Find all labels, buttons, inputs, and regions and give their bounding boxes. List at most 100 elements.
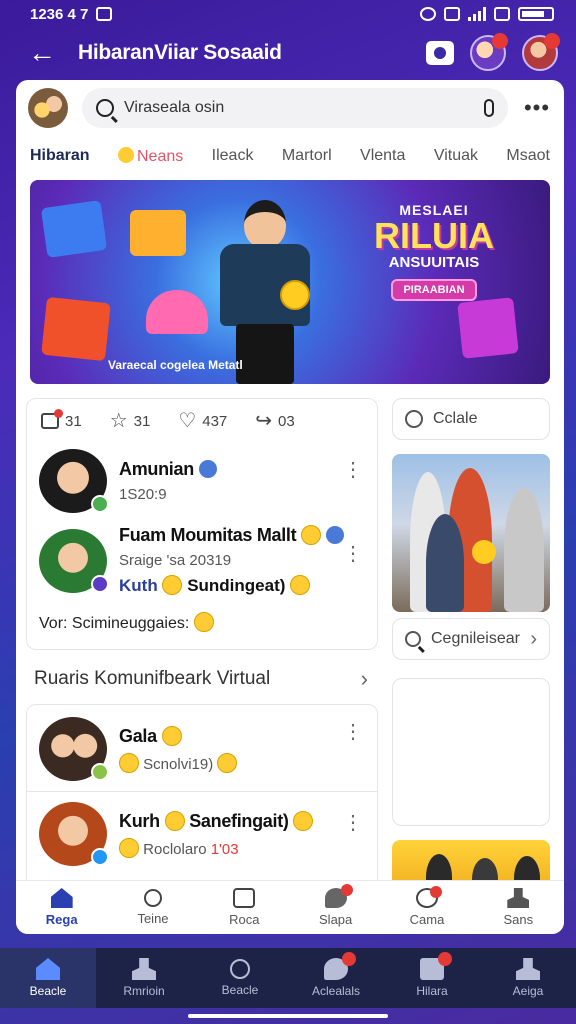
person-icon: [516, 958, 540, 980]
like-count: 437: [202, 412, 228, 430]
tab-vituak[interactable]: Vituak: [434, 147, 478, 165]
emoji-icon: [162, 575, 183, 595]
emoji-icon: [119, 837, 139, 858]
notification-badge: [342, 952, 356, 966]
post-time-highlight: 1'03: [210, 840, 239, 858]
badge-icon: [325, 526, 344, 544]
bottom-nav-profile[interactable]: Rmrioin: [96, 948, 192, 1008]
author-name: Gala: [119, 725, 157, 746]
more-options-icon[interactable]: ⋮: [343, 722, 363, 742]
star-stat[interactable]: ☆ 31: [110, 411, 151, 431]
bottom-nav-home[interactable]: Beacle: [0, 948, 96, 1008]
microphone-icon[interactable]: [484, 99, 494, 117]
more-options-icon[interactable]: ⋮: [343, 813, 363, 833]
post-author: Fuam Moumitas Mallt: [119, 525, 365, 546]
post-time: Sraige 'sa 20319: [119, 552, 232, 569]
emoji-icon: [164, 810, 185, 831]
star-count: 31: [133, 412, 151, 430]
avatar[interactable]: [39, 802, 109, 866]
camera-icon[interactable]: [426, 41, 454, 65]
forward-stat[interactable]: ↪ 03: [255, 411, 294, 431]
inner-nav-teine[interactable]: Teine: [107, 881, 198, 934]
feed-footer: Vor: Scimineuggaies:: [27, 602, 377, 643]
status-time: 1236 4 7: [30, 5, 89, 23]
nav-label: Aeiga: [512, 984, 544, 998]
bottom-nav-search[interactable]: Beacle: [192, 948, 288, 1008]
avatar[interactable]: [39, 717, 109, 781]
camera-icon: [415, 886, 442, 908]
avatar[interactable]: [39, 449, 109, 513]
tab-hibaran[interactable]: Hibaran: [30, 147, 90, 165]
post-time: Roclolaro 1'03: [119, 837, 365, 858]
share-stat[interactable]: 31: [41, 409, 82, 430]
avatar[interactable]: [39, 528, 109, 593]
share-icon: ↪: [255, 410, 273, 432]
contacts-button[interactable]: Cclale: [392, 398, 550, 440]
nav-label: Rega: [45, 912, 78, 927]
notification-badge: [492, 33, 508, 49]
star-icon: ☆: [109, 410, 128, 432]
box-icon: [233, 888, 256, 908]
nav-label: Cama: [409, 912, 445, 927]
tab-ileack[interactable]: Ileack: [212, 147, 254, 165]
inner-nav-roca[interactable]: Roca: [199, 881, 290, 934]
banner-cta[interactable]: PIRAABIAN: [391, 279, 477, 301]
main-card: Viraseala osin ••• Hibaran Neans Ileack …: [16, 80, 564, 934]
bottom-nav-account[interactable]: Aeiga: [480, 948, 576, 1008]
feed-card: 31 ☆ 31 ♡ 437 ↪ 03 Amunian 1S20:9 ⋮ Fuam Mo…: [26, 398, 378, 650]
notification-badge: [429, 886, 442, 898]
inner-nav-sans[interactable]: Sans: [473, 881, 564, 934]
nav-label: Sans: [503, 912, 534, 927]
inner-nav-slapa[interactable]: Slapa: [290, 881, 381, 934]
promo-banner[interactable]: MESLAEI RILUIA ANSUUITAIS PIRAABIAN Vara…: [30, 180, 550, 384]
chevron-right-icon[interactable]: ›: [361, 666, 368, 692]
tab-label: Neans: [136, 147, 184, 165]
tab-msaot[interactable]: Msaot: [506, 147, 550, 165]
like-stat[interactable]: ♡ 437: [178, 411, 227, 431]
inner-nav-cama[interactable]: Cama: [381, 881, 472, 934]
list-item[interactable]: Gala Scnolvi19) ⋮: [27, 705, 377, 787]
section-header[interactable]: Ruaris Komunifbeark Virtual ›: [34, 666, 368, 692]
inner-nav-rega[interactable]: Rega: [16, 881, 107, 934]
search-community-button[interactable]: Cegnileisear ›: [392, 618, 550, 660]
profile-avatar-button[interactable]: [522, 33, 560, 71]
community-photo[interactable]: [392, 454, 550, 612]
chat-icon: [324, 952, 356, 980]
toy-box-illustration: [457, 297, 519, 359]
tab-neans[interactable]: Neans: [117, 146, 184, 166]
back-arrow-icon[interactable]: ←: [28, 37, 68, 69]
list-item[interactable]: Amunian 1S20:9 ⋮: [27, 443, 377, 519]
more-options-icon[interactable]: ⋮: [343, 544, 363, 564]
list-item[interactable]: Fuam Moumitas Mallt Sraige 'sa 20319 Kut…: [27, 519, 377, 602]
more-options-icon[interactable]: ⋮: [343, 460, 363, 480]
friend-avatar-button[interactable]: [470, 33, 508, 71]
verified-icon: [91, 848, 109, 866]
search-input[interactable]: Viraseala osin: [82, 88, 508, 128]
host-figure: [210, 200, 320, 384]
emoji-icon: [293, 810, 314, 831]
notification-badge: [523, 888, 530, 896]
emoji-icon: [117, 146, 134, 163]
signal-icon: [468, 7, 486, 21]
avatar[interactable]: [28, 88, 68, 128]
banner-subhead: ANSUUITAIS: [388, 254, 480, 271]
author-name: Amunian: [119, 459, 194, 479]
bottom-nav: Beacle Rmrioin Beacle Aclealals Hilara A…: [0, 948, 576, 1008]
forward-count: 03: [278, 412, 295, 430]
bottom-nav-flag[interactable]: Hilara: [384, 948, 480, 1008]
data-icon: [494, 7, 510, 21]
nav-label: Rmrioin: [123, 984, 165, 998]
stats-row: 31 ☆ 31 ♡ 437 ↪ 03: [27, 399, 377, 443]
list-item[interactable]: Kurh Sanefingait) Roclolaro 1'03 ⋮: [27, 796, 377, 872]
bottom-nav-activity[interactable]: Aclealals: [288, 948, 384, 1008]
nav-label: Hilara: [416, 984, 448, 998]
person-icon: [507, 888, 530, 908]
home-indicator[interactable]: [188, 1014, 388, 1018]
tab-vlenta[interactable]: Vlenta: [360, 147, 405, 165]
flag-icon: [420, 952, 452, 980]
emoji-icon: [217, 752, 238, 773]
chevron-right-icon: ›: [530, 627, 537, 650]
tab-martorl[interactable]: Martorl: [282, 147, 332, 165]
toy-box-illustration: [40, 200, 108, 258]
more-options-icon[interactable]: •••: [522, 95, 552, 121]
